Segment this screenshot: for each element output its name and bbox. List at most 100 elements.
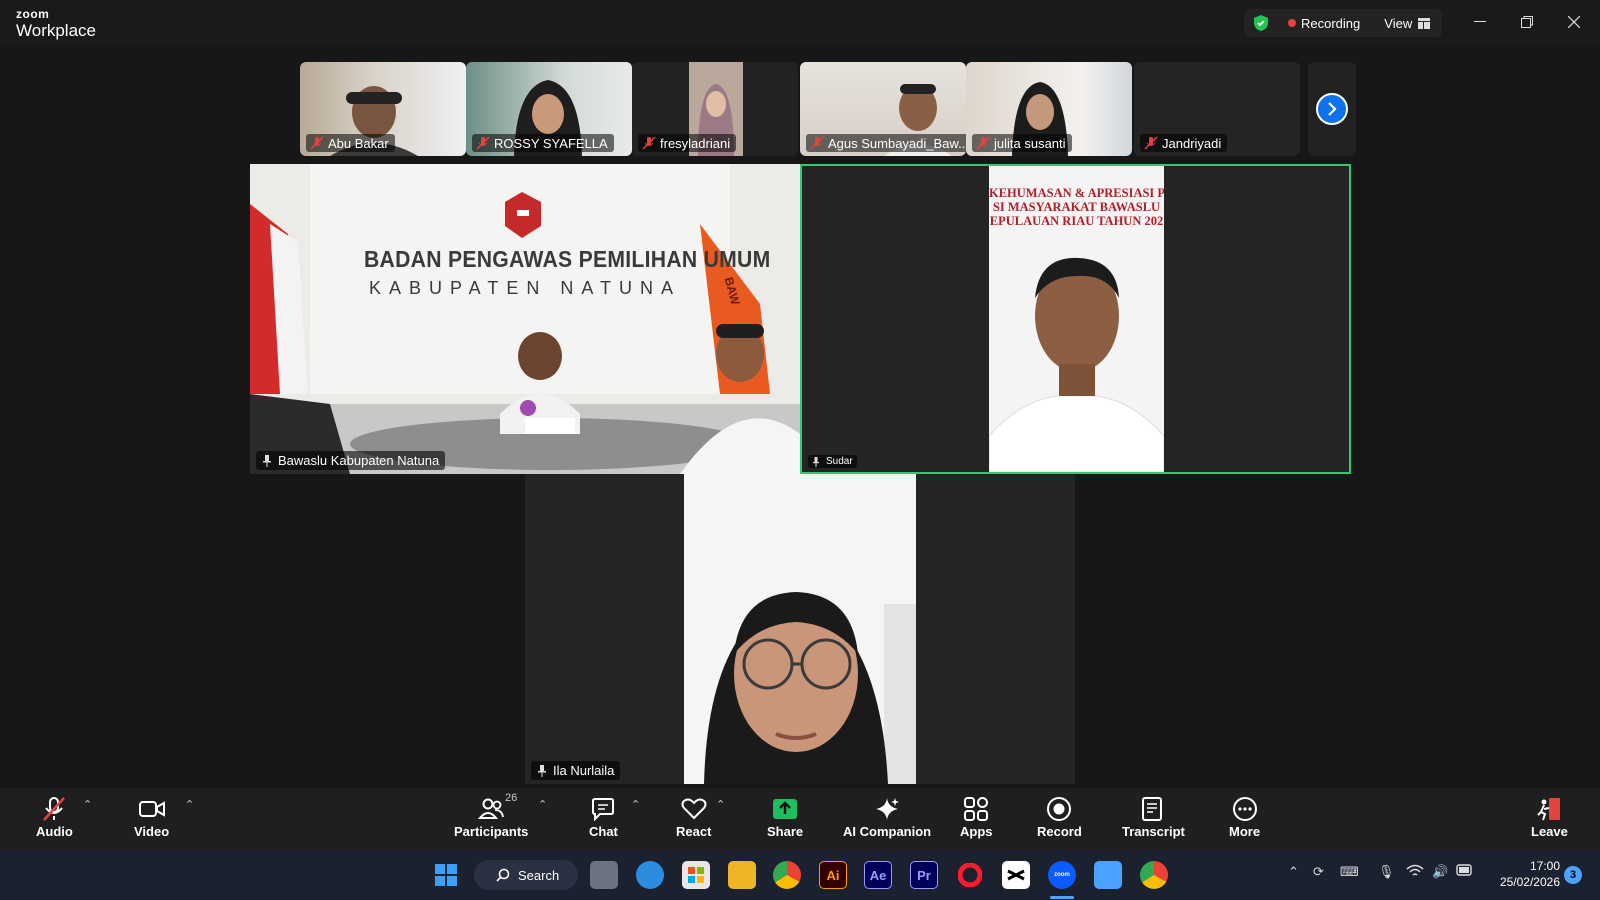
- chat-button[interactable]: Chat: [589, 794, 618, 839]
- leave-button[interactable]: Leave: [1531, 794, 1568, 839]
- record-label: Record: [1037, 824, 1082, 839]
- participant-tile[interactable]: Abu Bakar: [300, 62, 466, 156]
- meeting-status-pill[interactable]: Recording View: [1244, 9, 1442, 37]
- next-page-button[interactable]: [1308, 62, 1356, 156]
- sparkle-icon: [876, 798, 900, 820]
- notepad-icon[interactable]: [1094, 861, 1122, 889]
- os-taskbar: Search Ai Ae Pr zoom ⌃ ⟳ ⌨ 🎙 🔊 17:00 25/…: [0, 850, 1600, 900]
- system-clock[interactable]: 17:00 25/02/2026: [1490, 858, 1560, 890]
- keyboard-icon[interactable]: ⌨: [1340, 864, 1359, 880]
- react-label: React: [676, 824, 712, 839]
- audio-options-caret-icon[interactable]: ⌃: [83, 798, 92, 811]
- file-explorer-icon[interactable]: [728, 861, 756, 889]
- participant-name: Sudar: [826, 456, 853, 467]
- zoom-app-icon[interactable]: zoom: [1048, 861, 1076, 889]
- chrome-icon[interactable]: [773, 861, 801, 889]
- after-effects-icon[interactable]: Ae: [864, 861, 892, 889]
- react-options-caret-icon[interactable]: ⌃: [716, 798, 725, 811]
- participant-tile[interactable]: fresyladriani: [632, 62, 798, 156]
- banner-line1: BADAN PENGAWAS PEMILIHAN UMUM: [364, 246, 771, 272]
- volume-icon[interactable]: 🔊: [1432, 864, 1448, 880]
- participant-tile[interactable]: Agus Sumbayadi_Baw...: [800, 62, 966, 156]
- share-screen-icon: [773, 799, 798, 819]
- brand-name: Workplace: [16, 21, 96, 40]
- participant-name-tag: fresyladriani: [638, 134, 737, 152]
- recording-dot-icon: [1288, 19, 1296, 27]
- share-button[interactable]: Share: [767, 794, 803, 839]
- store-icon[interactable]: [682, 861, 710, 889]
- participants-button[interactable]: Participants: [454, 794, 528, 839]
- search-label: Search: [518, 867, 560, 883]
- participant-tile[interactable]: julita susanti: [966, 62, 1132, 156]
- edge-browser-icon[interactable]: [636, 861, 664, 889]
- taskbar-search[interactable]: Search: [474, 860, 578, 890]
- brand-small: zoom: [16, 7, 50, 21]
- video-camera-icon: [138, 801, 165, 817]
- close-icon[interactable]: [1564, 12, 1584, 32]
- illustrator-icon[interactable]: Ai: [819, 861, 847, 889]
- sync-icon[interactable]: ⟳: [1313, 864, 1324, 880]
- video-options-caret-icon[interactable]: ⌃: [185, 798, 194, 811]
- chevron-up-icon[interactable]: ⌃: [1288, 864, 1299, 880]
- more-label: More: [1229, 824, 1261, 839]
- video-button[interactable]: Video: [134, 794, 169, 839]
- more-dots-icon: [1232, 797, 1257, 821]
- chat-options-caret-icon[interactable]: ⌃: [631, 798, 640, 811]
- participant-tile[interactable]: Jandriyadi: [1134, 62, 1300, 156]
- participant-name: Jandriyadi: [1162, 135, 1222, 151]
- view-button[interactable]: View: [1384, 16, 1431, 31]
- chat-label: Chat: [589, 824, 618, 839]
- speaker-video: KEHUMASAN & APRESIASI P SI MASYARAKAT BA…: [989, 166, 1164, 472]
- minimize-icon[interactable]: [1470, 12, 1490, 32]
- audio-button[interactable]: Audio: [36, 794, 73, 839]
- start-menu-icon[interactable]: [432, 861, 460, 889]
- meeting-area: Abu Bakar ROSSY SYAFELLA fresyladriani A…: [0, 46, 1600, 788]
- participant-video: [684, 474, 916, 784]
- transcript-button[interactable]: Transcript: [1122, 794, 1185, 839]
- opera-icon[interactable]: [956, 861, 984, 889]
- grid-view-icon: [1418, 17, 1431, 29]
- record-icon: [1047, 797, 1072, 821]
- ai-companion-button[interactable]: AI Companion: [843, 794, 931, 839]
- participant-name: Bawaslu Kabupaten Natuna: [278, 453, 440, 468]
- participant-tile[interactable]: ROSSY SYAFELLA: [466, 62, 632, 156]
- clock-date: 25/02/2026: [1499, 875, 1560, 889]
- participant-name-tag: julita susanti: [972, 134, 1072, 152]
- ai-companion-label: AI Companion: [843, 824, 932, 839]
- battery-icon[interactable]: [1456, 864, 1474, 879]
- slide-text: KEHUMASAN & APRESIASI P SI MASYARAKAT BA…: [989, 186, 1164, 228]
- participant-name: Agus Sumbayadi_Baw...: [828, 135, 966, 151]
- meeting-toolbar: Audio ⌃ Video ⌃ Participants 26 ⌃ Chat ⌃…: [0, 788, 1600, 850]
- video-tile-active-speaker[interactable]: KEHUMASAN & APRESIASI P SI MASYARAKAT BA…: [800, 164, 1351, 474]
- premiere-icon[interactable]: Pr: [910, 861, 938, 889]
- react-button[interactable]: React: [676, 794, 711, 839]
- more-button[interactable]: More: [1229, 794, 1260, 839]
- video-tile-ila[interactable]: Ila Nurlaila: [525, 474, 1075, 784]
- participant-name-tag: Abu Bakar: [306, 134, 395, 152]
- restore-icon[interactable]: [1517, 12, 1537, 32]
- video-tile-bawaslu[interactable]: BADAN PENGAWAS PEMILIHAN UMUM KABUPATEN …: [250, 164, 800, 474]
- notification-badge[interactable]: 3: [1564, 866, 1582, 884]
- encryption-shield-icon[interactable]: [1252, 14, 1270, 32]
- participants-icon: [478, 798, 505, 819]
- apps-button[interactable]: Apps: [960, 794, 993, 839]
- capcut-icon[interactable]: [1002, 861, 1030, 889]
- slide-line3: EPULAUAN RIAU TAHUN 202: [989, 214, 1164, 228]
- pinned-name-tag: Ila Nurlaila: [531, 761, 621, 780]
- participant-name: julita susanti: [994, 135, 1066, 151]
- apps-label: Apps: [960, 824, 993, 839]
- wifi-icon[interactable]: [1406, 864, 1424, 881]
- recording-label[interactable]: Recording: [1301, 16, 1360, 31]
- participant-name-tag: ROSSY SYAFELLA: [472, 134, 614, 152]
- task-view-icon[interactable]: [590, 861, 618, 889]
- leave-label: Leave: [1531, 824, 1568, 839]
- participants-options-caret-icon[interactable]: ⌃: [538, 798, 547, 811]
- microphone-icon[interactable]: 🎙: [1378, 864, 1395, 880]
- participant-name: ROSSY SYAFELLA: [494, 135, 608, 151]
- share-label: Share: [767, 824, 804, 839]
- muted-mic-icon: [810, 136, 824, 150]
- apps-grid-icon: [964, 797, 989, 821]
- room-video: [250, 164, 800, 474]
- record-button[interactable]: Record: [1037, 794, 1082, 839]
- chrome-profile-icon[interactable]: [1140, 861, 1168, 889]
